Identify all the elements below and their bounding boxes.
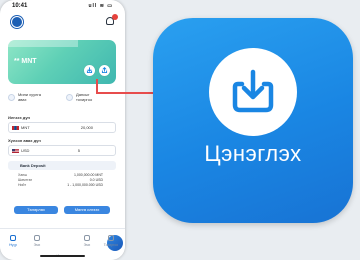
quick-action-label: Мини хуулга авах	[18, 92, 41, 102]
send-currency: MNT	[21, 125, 30, 130]
tab-favorites[interactable]: Эмх	[28, 235, 46, 247]
tab-label: Эмх	[83, 243, 91, 247]
usa-flag-icon	[12, 149, 19, 153]
app-icon-label: Цэнэглэх	[204, 141, 302, 166]
status-time: 10:41	[12, 3, 28, 9]
receive-amount: 5	[77, 148, 80, 153]
total-value: 1 - 1,000,000.000 USD	[67, 183, 103, 187]
receive-currency: USD	[21, 148, 30, 153]
delivery-method-value: Bank Deposit	[20, 163, 46, 168]
tab-label: Нүүр	[9, 243, 17, 247]
total-label: Нийт	[18, 183, 27, 187]
notification-badge	[112, 14, 118, 20]
tab-label: Эмх	[33, 243, 41, 247]
send-amount: 20,000	[80, 125, 93, 130]
card-topup-button[interactable]	[84, 65, 95, 76]
star-icon	[34, 235, 40, 241]
tab-settings[interactable]: Тохиргоо	[102, 235, 120, 247]
gear-icon	[108, 235, 114, 241]
delivery-method-select[interactable]: Bank Deposit	[8, 161, 116, 170]
rate-value: 1,000,000.00 MNT	[74, 173, 103, 177]
quick-action-label: Дансыг тохиргоо	[76, 92, 93, 102]
upload-tray-icon	[101, 67, 108, 74]
statement-icon	[8, 94, 15, 101]
card-blurred-header	[8, 40, 78, 47]
card-send-button[interactable]	[99, 65, 110, 76]
calculate-button[interactable]: Төлөрлөх	[14, 206, 58, 214]
account-settings-icon	[66, 94, 73, 101]
mongolia-flag-icon	[12, 126, 19, 130]
top-row	[0, 14, 125, 32]
tab-history[interactable]: Эмх	[78, 235, 96, 247]
tab-home[interactable]: Нүүр	[4, 235, 22, 247]
history-icon	[84, 235, 90, 241]
home-icon	[10, 235, 16, 241]
status-bar: 10:41 ull ≋ ▭	[0, 0, 125, 12]
download-tray-icon	[86, 67, 93, 74]
home-indicator	[40, 255, 85, 257]
topup-app-icon[interactable]: Цэнэглэх	[153, 18, 353, 223]
fee-label: Шимтгэл	[18, 178, 33, 182]
fee-value: 0.0 USD	[89, 178, 103, 182]
rate-label: Ханш	[18, 173, 28, 177]
send-money-button[interactable]: Мөнгө илгээх	[64, 206, 110, 214]
phone-screen: 10:41 ull ≋ ▭ ** MNT Мини хуулга авах Да…	[0, 0, 125, 260]
avatar[interactable]	[11, 16, 23, 28]
status-icons: ull ≋ ▭	[88, 3, 113, 9]
quick-action-statement[interactable]: Мини хуулга авах	[8, 91, 60, 107]
icon-circle	[209, 48, 297, 136]
receive-amount-field[interactable]: USD 5	[8, 145, 116, 156]
download-tray-icon	[232, 69, 274, 113]
tab-label: Тохиргоо	[103, 243, 119, 247]
card-balance: ** MNT	[14, 58, 37, 65]
send-amount-label: Илгээх дүн	[8, 115, 30, 120]
receive-amount-label: Хүлээн авах дүн	[8, 138, 41, 143]
send-amount-field[interactable]: MNT 20,000	[8, 122, 116, 133]
account-card[interactable]: ** MNT	[8, 40, 116, 84]
